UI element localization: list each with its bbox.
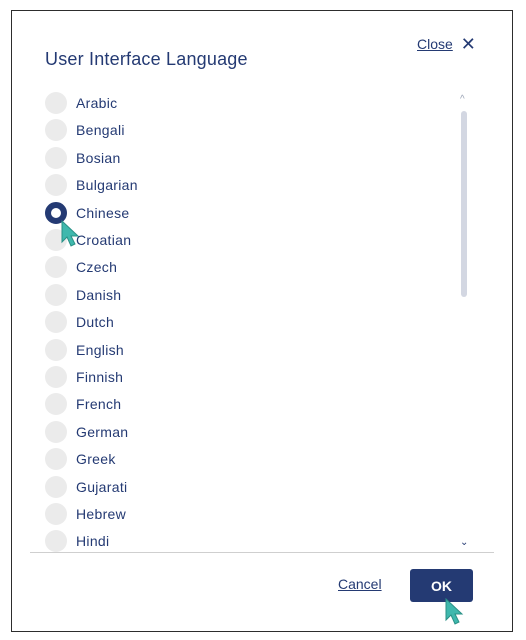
cancel-button[interactable]: Cancel	[338, 576, 382, 592]
language-option[interactable]: Chinese	[45, 201, 129, 225]
language-label: German	[76, 423, 129, 440]
language-option[interactable]: Hindi	[45, 529, 109, 553]
language-label: Danish	[76, 286, 122, 303]
language-label: Croatian	[76, 232, 132, 248]
language-option[interactable]: French	[45, 392, 121, 416]
radio-button[interactable]	[45, 503, 67, 525]
language-label: Gujarati	[76, 478, 128, 495]
language-option[interactable]: English	[45, 338, 124, 362]
language-option[interactable]: Bulgarian	[45, 173, 138, 197]
radio-button[interactable]	[45, 393, 67, 416]
language-option[interactable]: Croatian	[45, 228, 131, 252]
close-label[interactable]: Close	[417, 36, 453, 52]
language-option[interactable]: Gujarati	[45, 475, 127, 499]
radio-button[interactable]	[45, 420, 67, 443]
language-option[interactable]: Danish	[45, 283, 121, 307]
radio-button[interactable]	[45, 92, 67, 114]
close-button[interactable]: Close ✕	[417, 35, 476, 53]
language-option[interactable]: Dutch	[45, 310, 114, 334]
language-option[interactable]: German	[45, 420, 128, 444]
language-dialog: User Interface Language Close ✕ Arabic Be…	[11, 10, 513, 632]
scrollbar-thumb[interactable]	[461, 111, 467, 297]
radio-button[interactable]	[45, 366, 67, 388]
pointer-cursor-icon	[61, 220, 80, 247]
language-option[interactable]: Greek	[45, 447, 116, 471]
language-option[interactable]: Bosian	[45, 146, 121, 170]
scroll-down-arrow-icon[interactable]: ⌄	[460, 537, 468, 548]
language-option[interactable]: Bengali	[45, 118, 125, 142]
radio-button[interactable]	[45, 119, 67, 142]
language-label: Bulgarian	[76, 177, 138, 194]
language-label: Bosian	[76, 149, 121, 166]
language-label: Chinese	[76, 204, 130, 221]
language-label: Greek	[76, 451, 116, 468]
language-label: Hebrew	[76, 506, 127, 522]
scroll-up-arrow-icon[interactable]: ^	[460, 94, 465, 105]
radio-button[interactable]	[45, 256, 67, 279]
pointer-cursor-icon	[445, 598, 464, 625]
language-option[interactable]: Czech	[45, 255, 117, 279]
radio-button[interactable]	[45, 146, 67, 169]
radio-button[interactable]	[45, 311, 67, 334]
language-label: French	[76, 396, 122, 413]
radio-button[interactable]	[45, 475, 67, 498]
language-label: Czech	[76, 259, 118, 276]
language-option[interactable]: Finnish	[45, 365, 123, 389]
language-label: Finnish	[76, 369, 124, 385]
footer-divider	[30, 552, 494, 553]
language-option[interactable]: Arabic	[45, 91, 117, 115]
language-label: English	[76, 341, 125, 358]
radio-button[interactable]	[45, 448, 67, 471]
radio-button[interactable]	[45, 338, 67, 361]
radio-button[interactable]	[45, 174, 67, 197]
language-label: Bengali	[76, 122, 125, 139]
dialog-title: User Interface Language	[45, 49, 248, 69]
radio-button[interactable]	[45, 530, 67, 553]
language-label: Hindi	[76, 533, 110, 550]
language-option[interactable]: Hebrew	[45, 502, 126, 526]
radio-button[interactable]	[45, 283, 67, 306]
close-icon[interactable]: ✕	[461, 35, 476, 53]
language-label: Dutch	[76, 314, 115, 331]
language-label: Arabic	[76, 95, 118, 111]
